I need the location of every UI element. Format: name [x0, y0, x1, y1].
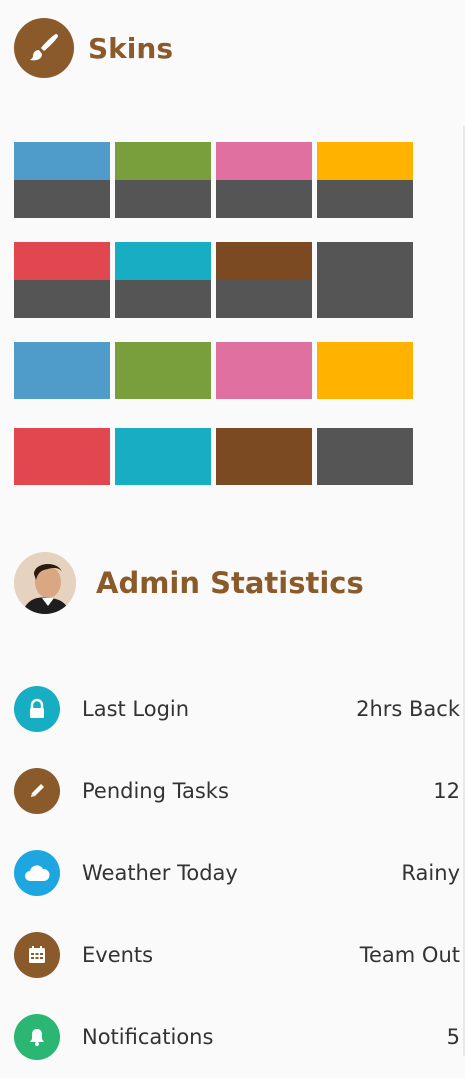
calendar-icon — [14, 932, 60, 978]
skin-swatch-header-color — [216, 428, 312, 485]
skin-swatch-1[interactable] — [14, 142, 110, 218]
admin-statistics-header: Admin Statistics — [14, 552, 364, 614]
skin-swatch-header-color — [216, 242, 312, 280]
pencil-icon — [14, 768, 60, 814]
skin-swatch-header-color — [317, 342, 413, 399]
skins-grid — [14, 142, 415, 485]
skin-swatch-2[interactable] — [115, 142, 211, 218]
skin-swatch-6[interactable] — [115, 242, 211, 318]
skin-swatch-header-color — [115, 242, 211, 280]
skin-swatch-sidebar-color — [216, 180, 312, 218]
avatar — [14, 552, 76, 614]
skin-swatch-13[interactable] — [14, 428, 110, 485]
skin-swatch-16[interactable] — [317, 428, 413, 485]
lock-icon — [14, 686, 60, 732]
skin-swatch-11[interactable] — [216, 342, 312, 399]
stat-row-pending-tasks[interactable]: Pending Tasks 12 — [14, 750, 460, 832]
stat-label: Notifications — [82, 1025, 214, 1049]
skin-swatch-header-color — [317, 142, 413, 180]
skin-swatch-header-color — [14, 242, 110, 280]
paintbrush-icon — [14, 18, 74, 78]
stat-label: Events — [82, 943, 154, 967]
stat-row-events[interactable]: Events Team Out — [14, 914, 460, 996]
skin-swatch-header-color — [216, 142, 312, 180]
skin-swatch-sidebar-color — [115, 280, 211, 318]
cloud-icon — [14, 850, 60, 896]
skin-swatch-header-color — [317, 242, 413, 280]
skin-swatch-sidebar-color — [216, 280, 312, 318]
skin-swatch-15[interactable] — [216, 428, 312, 485]
stat-value: Team Out — [359, 943, 460, 967]
skin-swatch-header-color — [317, 428, 413, 485]
skin-swatch-header-color — [115, 342, 211, 399]
stat-label: Pending Tasks — [82, 779, 229, 803]
skins-title: Skins — [88, 31, 173, 65]
skin-swatch-5[interactable] — [14, 242, 110, 318]
skin-swatch-sidebar-color — [317, 180, 413, 218]
admin-statistics-title: Admin Statistics — [96, 566, 364, 600]
skin-swatch-3[interactable] — [216, 142, 312, 218]
bell-icon — [14, 1014, 60, 1060]
skin-swatch-14[interactable] — [115, 428, 211, 485]
stat-row-weather-today[interactable]: Weather Today Rainy — [14, 832, 460, 914]
skin-swatch-4[interactable] — [317, 142, 413, 218]
skin-swatch-12[interactable] — [317, 342, 413, 399]
stat-value: 5 — [446, 1025, 460, 1049]
skin-swatch-9[interactable] — [14, 342, 110, 399]
skin-swatch-sidebar-color — [14, 180, 110, 218]
skin-swatch-10[interactable] — [115, 342, 211, 399]
skin-swatch-8[interactable] — [317, 242, 413, 318]
stat-value: 12 — [433, 779, 460, 803]
skin-swatch-header-color — [216, 342, 312, 399]
stat-value: Rainy — [401, 861, 460, 885]
stat-row-last-login[interactable]: Last Login 2hrs Back — [14, 668, 460, 750]
stat-label: Weather Today — [82, 861, 238, 885]
admin-stats-list: Last Login 2hrs Back Pending Tasks 12 We… — [14, 668, 460, 1078]
skin-swatch-header-color — [14, 428, 110, 485]
stat-value: 2hrs Back — [356, 697, 460, 721]
skin-swatch-7[interactable] — [216, 242, 312, 318]
stat-label: Last Login — [82, 697, 190, 721]
skin-swatch-sidebar-color — [317, 280, 413, 318]
skin-swatch-header-color — [115, 428, 211, 485]
skin-swatch-header-color — [115, 142, 211, 180]
skin-swatch-sidebar-color — [14, 280, 110, 318]
skin-swatch-header-color — [14, 142, 110, 180]
skin-swatch-header-color — [14, 342, 110, 399]
skin-swatch-sidebar-color — [115, 180, 211, 218]
skins-header: Skins — [14, 18, 173, 78]
stat-row-notifications[interactable]: Notifications 5 — [14, 996, 460, 1078]
